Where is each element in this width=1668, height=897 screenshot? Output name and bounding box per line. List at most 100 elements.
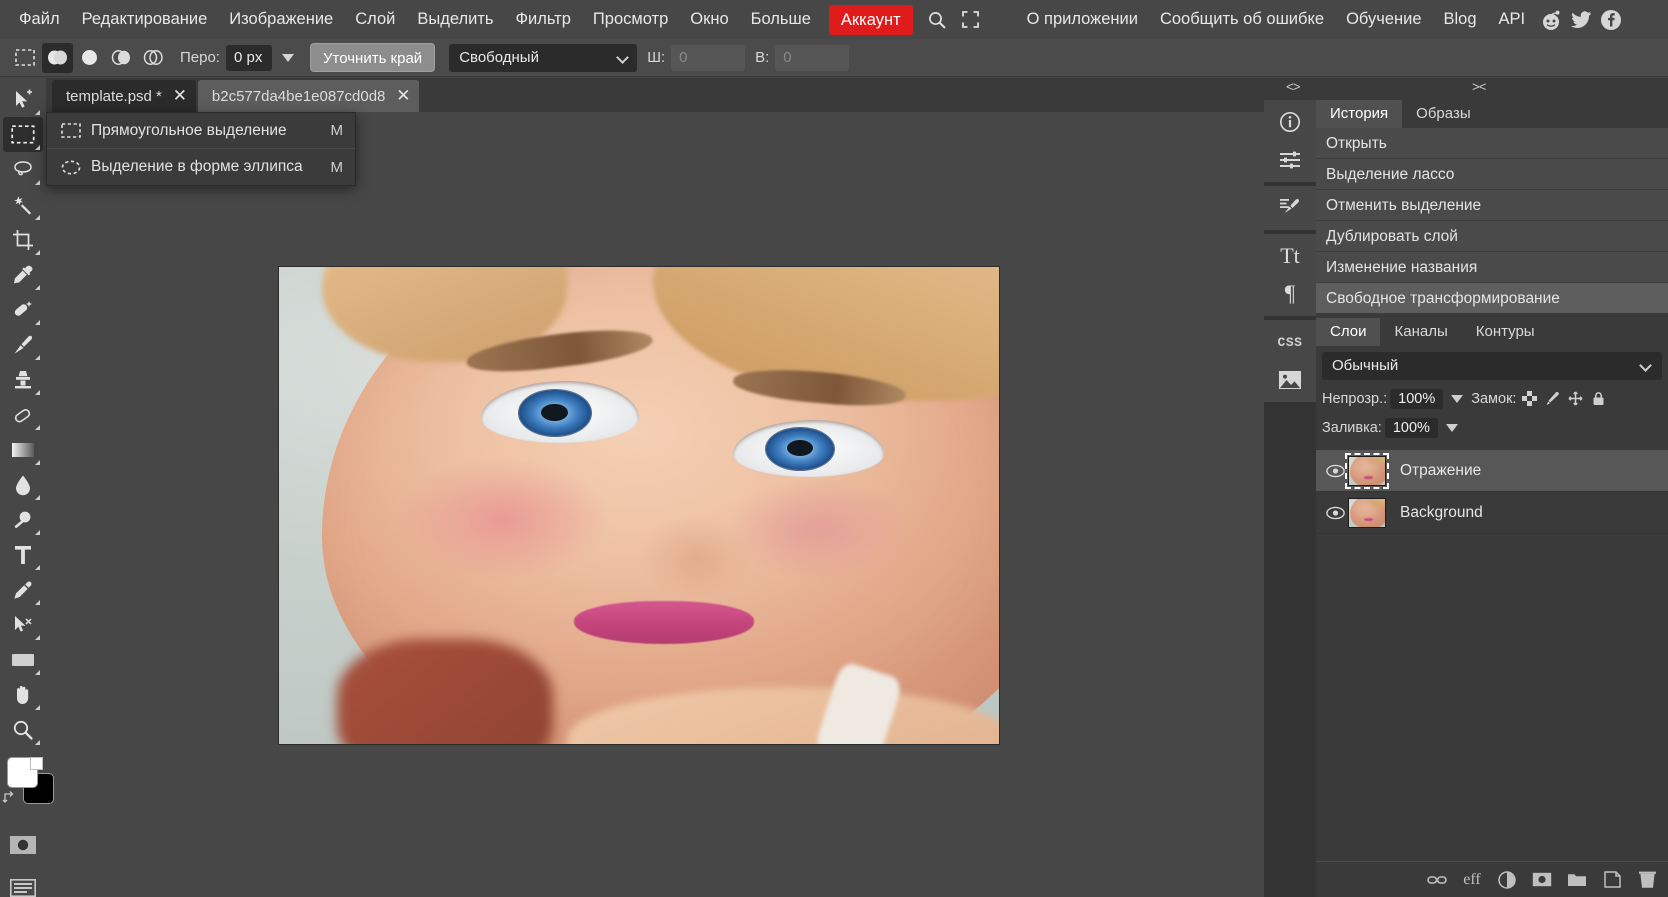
marquee-tool[interactable] <box>3 117 43 152</box>
gradient-tool[interactable] <box>3 432 43 467</box>
history-item[interactable]: Отменить выделение <box>1316 190 1668 221</box>
menu-about[interactable]: О приложении <box>1016 0 1149 39</box>
default-colors-icon[interactable] <box>30 757 43 770</box>
lock-position-icon[interactable] <box>1565 389 1585 409</box>
selection-mode-subtract[interactable] <box>106 43 137 73</box>
menu-file[interactable]: Файл <box>8 0 71 39</box>
opacity-input[interactable]: 100% <box>1390 388 1444 409</box>
clone-stamp-tool[interactable] <box>3 362 43 397</box>
opacity-dropdown-icon[interactable] <box>1451 394 1464 403</box>
menu-edit[interactable]: Редактирование <box>71 0 219 39</box>
tab-paths[interactable]: Контуры <box>1462 318 1549 346</box>
move-tool[interactable] <box>3 82 43 117</box>
new-group-icon[interactable] <box>1566 869 1588 891</box>
selection-mode-new[interactable] <box>42 42 73 73</box>
path-select-tool[interactable] <box>3 607 43 642</box>
close-icon[interactable]: ✕ <box>172 87 188 104</box>
eye-icon[interactable] <box>1322 506 1348 520</box>
lasso-tool[interactable] <box>3 152 43 187</box>
document-canvas[interactable] <box>279 267 999 744</box>
menu-window[interactable]: Окно <box>679 0 739 39</box>
history-item[interactable]: Выделение лассо <box>1316 159 1668 190</box>
tool-menu-item-rectangular-marquee[interactable]: Прямоугольное выделение M <box>47 113 355 149</box>
fullscreen-icon[interactable] <box>954 0 988 39</box>
selection-style-select[interactable]: Свободный <box>449 43 638 72</box>
collapse-left-icon[interactable]: <> <box>1286 80 1301 95</box>
type-tool[interactable] <box>3 537 43 572</box>
width-input[interactable]: 0 <box>671 44 746 71</box>
search-icon[interactable] <box>920 0 954 39</box>
height-input[interactable]: 0 <box>775 44 850 71</box>
tab-b2c577da[interactable]: b2c577da4be1e087cd0d8 ✕ <box>197 80 420 112</box>
layer-effects-icon[interactable]: eff <box>1461 869 1483 891</box>
selection-mode-add[interactable] <box>74 43 105 73</box>
lock-all-icon[interactable] <box>1588 389 1608 409</box>
layer-row[interactable]: Background <box>1316 492 1668 534</box>
pen-tool[interactable] <box>3 572 43 607</box>
layer-row[interactable]: Отражение <box>1316 450 1668 492</box>
swap-colors-icon[interactable] <box>2 789 18 810</box>
menu-more[interactable]: Больше <box>740 0 822 39</box>
refine-edge-button[interactable]: Уточнить край <box>309 43 436 72</box>
hand-tool[interactable] <box>3 677 43 712</box>
active-tool-icon[interactable] <box>8 43 42 73</box>
screen-mode-icon[interactable] <box>3 870 43 897</box>
brush-tool[interactable] <box>3 327 43 362</box>
eraser-tool[interactable] <box>3 397 43 432</box>
lock-transparency-icon[interactable] <box>1519 389 1539 409</box>
close-icon[interactable]: ✕ <box>395 87 411 104</box>
menu-view[interactable]: Просмотр <box>582 0 679 39</box>
feather-dropdown-icon[interactable] <box>281 53 294 62</box>
eyedropper-tool[interactable] <box>3 257 43 292</box>
tab-layers[interactable]: Слои <box>1316 318 1381 346</box>
collapse-right-icon[interactable]: >< <box>1472 80 1487 95</box>
tab-channels[interactable]: Каналы <box>1380 318 1461 346</box>
magic-wand-tool[interactable] <box>3 187 43 222</box>
menu-api[interactable]: API <box>1488 0 1537 39</box>
blend-mode-select[interactable]: Обычный <box>1322 352 1662 380</box>
healing-brush-tool[interactable] <box>3 292 43 327</box>
canvas-area[interactable] <box>46 112 1264 897</box>
adjustments-icon[interactable] <box>1264 141 1316 179</box>
layer-mask-icon[interactable] <box>1531 869 1553 891</box>
quick-mask-icon[interactable] <box>3 827 43 862</box>
twitter-icon[interactable] <box>1566 0 1596 39</box>
fill-input[interactable]: 100% <box>1384 417 1438 438</box>
menu-filter[interactable]: Фильтр <box>504 0 581 39</box>
info-icon[interactable] <box>1264 103 1316 141</box>
history-item[interactable]: Дублировать слой <box>1316 221 1668 252</box>
tab-template-psd[interactable]: template.psd * ✕ <box>52 80 196 112</box>
fill-dropdown-icon[interactable] <box>1445 423 1458 432</box>
menu-blog[interactable]: Blog <box>1433 0 1488 39</box>
menu-report-bug[interactable]: Сообщить об ошибке <box>1149 0 1335 39</box>
dodge-tool[interactable] <box>3 502 43 537</box>
account-button[interactable]: Аккаунт <box>828 4 913 35</box>
shape-tool[interactable] <box>3 642 43 677</box>
history-item[interactable]: Открыть <box>1316 128 1668 159</box>
history-item[interactable]: Изменение названия <box>1316 252 1668 283</box>
crop-tool[interactable] <box>3 222 43 257</box>
paragraph-icon[interactable]: ¶ <box>1264 275 1316 313</box>
facebook-icon[interactable] <box>1596 0 1626 39</box>
tool-menu-item-elliptical-marquee[interactable]: Выделение в форме эллипса M <box>47 149 355 185</box>
selection-mode-intersect[interactable] <box>138 43 169 73</box>
tab-history[interactable]: История <box>1316 100 1403 128</box>
lock-pixels-icon[interactable] <box>1542 389 1562 409</box>
reddit-icon[interactable] <box>1536 0 1566 39</box>
zoom-tool[interactable] <box>3 712 43 747</box>
delete-layer-icon[interactable] <box>1636 869 1658 891</box>
feather-input[interactable]: 0 px <box>225 44 272 71</box>
link-layers-icon[interactable] <box>1426 869 1448 891</box>
brush-settings-icon[interactable] <box>1264 189 1316 227</box>
blur-tool[interactable] <box>3 467 43 502</box>
tab-snapshots[interactable]: Образы <box>1402 100 1484 128</box>
character-icon[interactable]: Tt <box>1264 237 1316 275</box>
menu-layer[interactable]: Слой <box>344 0 406 39</box>
image-icon[interactable] <box>1264 361 1316 399</box>
menu-learn[interactable]: Обучение <box>1335 0 1432 39</box>
new-layer-icon[interactable] <box>1601 869 1623 891</box>
history-item-selected[interactable]: Свободное трансформирование <box>1316 283 1668 314</box>
adjustment-layer-icon[interactable] <box>1496 869 1518 891</box>
menu-select[interactable]: Выделить <box>406 0 504 39</box>
eye-icon[interactable] <box>1322 464 1348 478</box>
